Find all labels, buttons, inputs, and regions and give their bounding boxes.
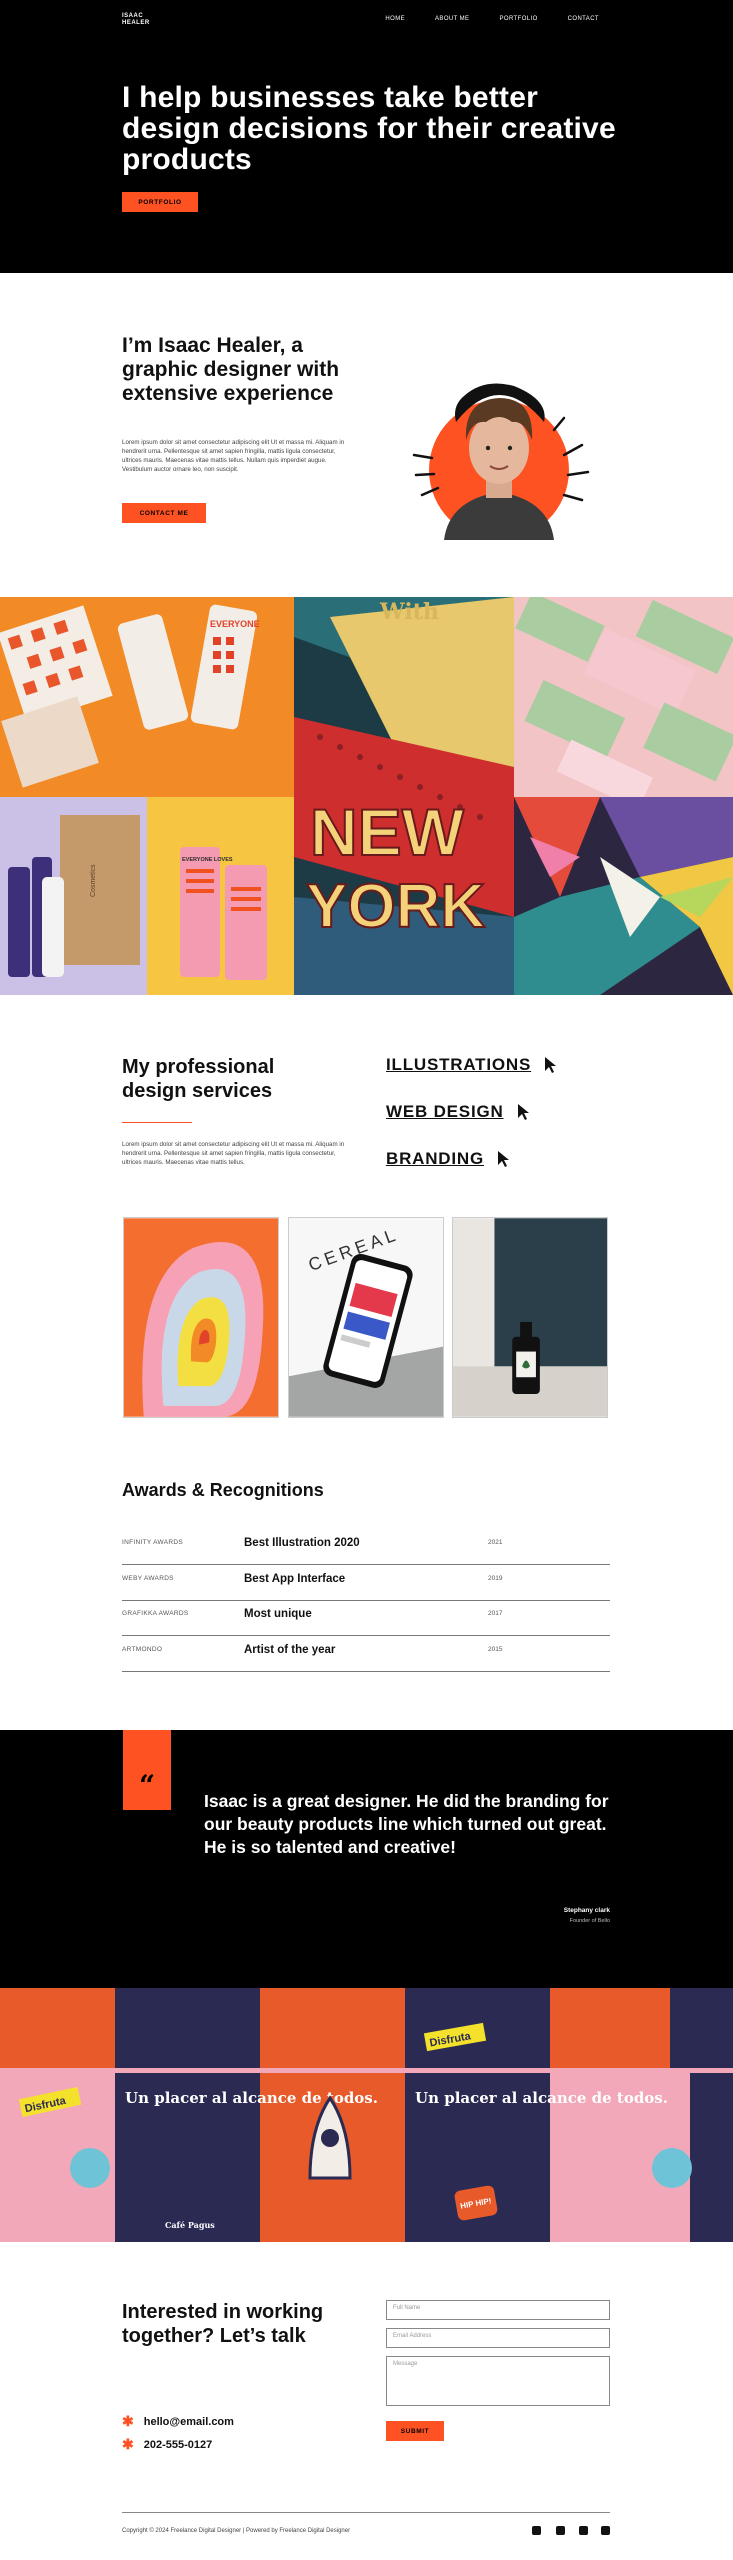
- poster-text-york: YORK: [306, 872, 485, 941]
- about-body: Lorem ipsum dolor sit amet consectetur a…: [122, 439, 345, 473]
- main-nav: HOME ABOUT ME PORTFOLIO CONTACT: [355, 16, 599, 22]
- service-link-label: BRANDING: [386, 1149, 485, 1168]
- award-org: WEBY AWARDS: [122, 1575, 174, 1582]
- orange-tubes-image: EVERYONE LOVES: [147, 797, 294, 995]
- web-design-tile[interactable]: CEREAL: [288, 1217, 444, 1418]
- cursor-arrow-icon: [545, 1057, 557, 1073]
- service-link-branding[interactable]: BRANDING: [386, 1149, 510, 1169]
- testimonial-author: Stephany clark: [563, 1907, 610, 1914]
- portrait-illustration: [412, 383, 590, 540]
- pattern-cafe: Café Pagus: [165, 2220, 215, 2230]
- award-org: GRAFIKKA AWARDS: [122, 1610, 189, 1617]
- award-year: 2021: [488, 1539, 503, 1546]
- contact-title: Interested in working together? Let’s ta…: [122, 2301, 324, 2347]
- contact-phone-text: 202-555-0127: [143, 2438, 213, 2451]
- award-row: WEBY AWARDS Best App Interface 2019: [122, 1565, 610, 1601]
- linkedin-icon[interactable]: [601, 2526, 610, 2535]
- testimonial-section: “ Isaac is a great designer. He did the …: [0, 1730, 733, 1988]
- pattern-headline: Un placer al alcance de todos.: [415, 2089, 668, 2107]
- nav-contact[interactable]: CONTACT: [568, 16, 599, 22]
- contact-email[interactable]: ✱ hello@email.com: [122, 2413, 234, 2430]
- instagram-icon[interactable]: [579, 2526, 588, 2535]
- footer-divider: [122, 2512, 610, 2513]
- quote-icon: “: [138, 1769, 156, 1802]
- message-field[interactable]: Message: [386, 2356, 610, 2406]
- poster-text-with: With: [379, 599, 439, 625]
- cans-image: EVERYONE: [0, 597, 294, 797]
- facebook-icon[interactable]: [556, 2526, 565, 2535]
- testimonial-role: Founder of Bello: [569, 1918, 610, 1924]
- poster-text-new: NEW: [310, 795, 465, 869]
- tube-label: EVERYONE LOVES: [182, 857, 233, 863]
- award-row: INFINITY AWARDS Best Illustration 2020 2…: [122, 1529, 610, 1565]
- contact-phone[interactable]: ✱ 202-555-0127: [122, 2436, 212, 2453]
- new-york-poster-image: NEW YORK With: [294, 597, 514, 995]
- site-logo[interactable]: ISAAC HEALER: [122, 13, 162, 27]
- portfolio-button[interactable]: PORTFOLIO: [122, 192, 198, 212]
- award-row: GRAFIKKA AWARDS Most unique 2017: [122, 1600, 610, 1636]
- youtube-icon[interactable]: [532, 2526, 541, 2535]
- quote-badge: “: [123, 1730, 171, 1810]
- contact-email-text: hello@email.com: [143, 2415, 234, 2428]
- award-name: Artist of the year: [244, 1644, 336, 1656]
- service-link-web-design[interactable]: WEB DESIGN: [386, 1102, 530, 1122]
- services-body: Lorem ipsum dolor sit amet consectetur a…: [122, 1141, 345, 1166]
- coffee-branding-pattern: Un placer al alcance de todos. Un placer…: [0, 1988, 733, 2242]
- submit-button[interactable]: SUBMIT: [386, 2421, 444, 2441]
- service-link-label: ILLUSTRATIONS: [386, 1055, 532, 1074]
- name-field[interactable]: Full Name: [386, 2300, 610, 2320]
- nav-portfolio[interactable]: PORTFOLIO: [499, 16, 537, 22]
- illustration-tile[interactable]: [123, 1217, 279, 1418]
- portfolio-image-grid: EVERYONE NEW YORK With Cosmetics EVERYON…: [0, 597, 733, 995]
- award-year: 2015: [488, 1646, 503, 1653]
- services-divider: [122, 1122, 192, 1123]
- asterisk-icon: ✱: [122, 2436, 134, 2452]
- pattern-headline: Un placer al alcance de todos.: [125, 2089, 378, 2107]
- contact-me-button[interactable]: CONTACT ME: [122, 503, 206, 523]
- branding-tile[interactable]: [452, 1217, 608, 1418]
- asterisk-icon: ✱: [122, 2413, 134, 2429]
- about-title: I’m Isaac Healer, a graphic designer wit…: [122, 334, 340, 405]
- award-org: ARTMONDO: [122, 1646, 163, 1653]
- nav-about[interactable]: ABOUT ME: [435, 16, 469, 22]
- cursor-arrow-icon: [517, 1104, 529, 1120]
- awards-title: Awards & Recognitions: [122, 1480, 324, 1500]
- can-label: EVERYONE: [210, 619, 260, 629]
- award-year: 2017: [488, 1610, 503, 1617]
- testimonial-quote: Isaac is a great designer. He did the br…: [204, 1791, 609, 1857]
- award-org: INFINITY AWARDS: [122, 1539, 183, 1546]
- abstract-bird-image: [514, 797, 733, 995]
- award-name: Best App Interface: [244, 1573, 346, 1585]
- award-name: Most unique: [244, 1608, 312, 1620]
- award-row: ARTMONDO Artist of the year 2015: [122, 1636, 610, 1672]
- box-label: Cosmetics: [90, 864, 97, 897]
- service-link-label: WEB DESIGN: [386, 1102, 504, 1121]
- award-name: Best Illustration 2020: [244, 1537, 360, 1549]
- service-link-illustrations[interactable]: ILLUSTRATIONS: [386, 1055, 557, 1075]
- award-year: 2019: [488, 1575, 503, 1582]
- services-title: My professional design services: [122, 1056, 275, 1102]
- hero-title: I help businesses take better design dec…: [122, 81, 616, 176]
- nav-home[interactable]: HOME: [385, 16, 405, 22]
- hero-section: ISAAC HEALER HOME ABOUT ME PORTFOLIO CON…: [0, 0, 733, 273]
- cosmetics-tubes-image: Cosmetics: [0, 797, 147, 995]
- email-field[interactable]: Email Address: [386, 2328, 610, 2348]
- footer-copyright: Copyright © 2024 Freelance Digital Desig…: [122, 2528, 351, 2534]
- cursor-arrow-icon: [498, 1151, 510, 1167]
- packaging-boxes-image: [514, 597, 733, 810]
